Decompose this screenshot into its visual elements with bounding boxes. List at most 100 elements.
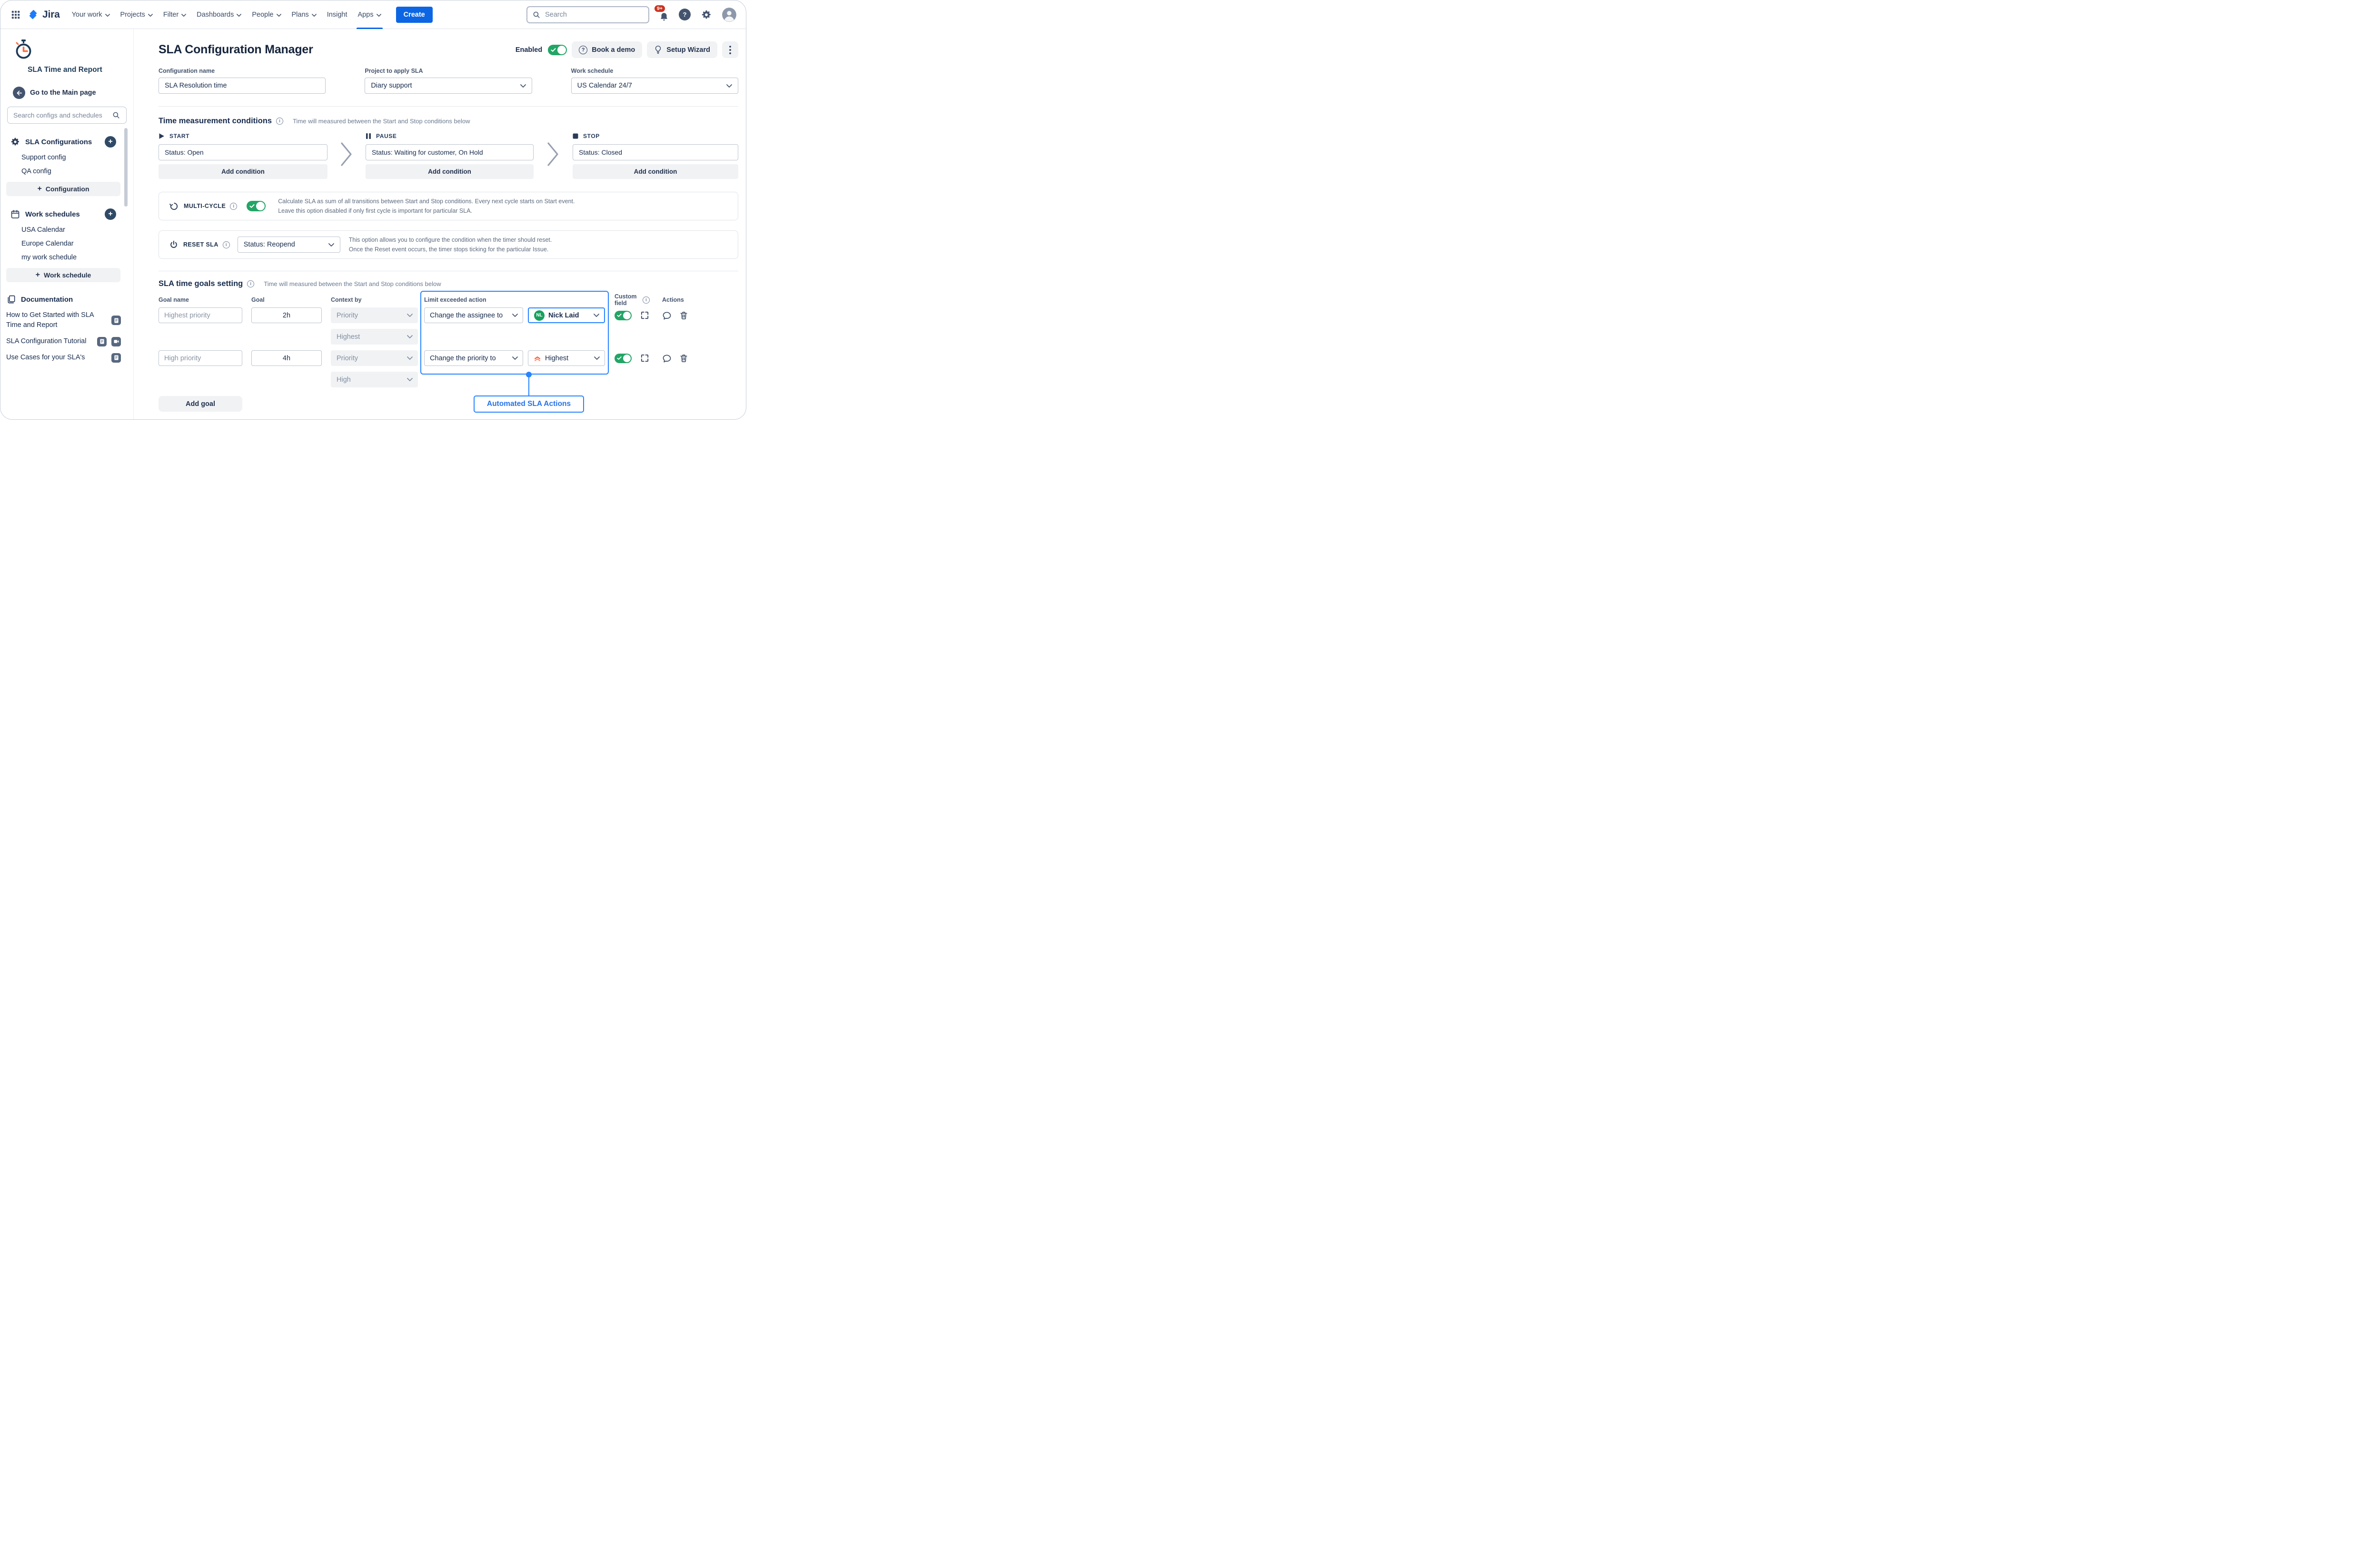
goal-row-2-context-value: High	[159, 372, 738, 387]
info-icon[interactable]	[276, 118, 283, 125]
sidebar-item-qa-config[interactable]: QA config	[0, 168, 133, 175]
reset-condition-select[interactable]: Status: Reopend	[238, 237, 340, 253]
settings-button[interactable]	[699, 7, 714, 22]
stop-icon	[573, 133, 578, 139]
nav-dashboards[interactable]: Dashboards	[191, 0, 247, 29]
sidebar-search[interactable]	[7, 107, 127, 124]
nav-insight[interactable]: Insight	[322, 0, 353, 29]
work-schedule-add-button[interactable]: +Work schedule	[6, 268, 120, 282]
doc-link-use-cases[interactable]: Use Cases for your SLA's	[6, 353, 121, 363]
gear-icon	[10, 137, 20, 147]
chevron-down-icon	[520, 84, 526, 88]
nav-filter[interactable]: Filter	[158, 0, 191, 29]
nav-projects[interactable]: Projects	[115, 0, 158, 29]
back-to-main-link[interactable]: Go to the Main page	[13, 87, 133, 99]
book-demo-button[interactable]: ?Book a demo	[572, 41, 642, 58]
custom-field-toggle[interactable]	[615, 311, 632, 320]
doc-link-configuration-tutorial[interactable]: SLA Configuration Tutorial	[6, 336, 121, 346]
search-icon	[112, 111, 120, 119]
expand-button[interactable]	[640, 311, 649, 320]
goals-title: SLA time goals setting	[159, 279, 243, 288]
jira-logo[interactable]: Jira	[27, 9, 60, 20]
topnav-right: 9+ ?	[526, 6, 736, 23]
person-icon	[722, 8, 736, 22]
notifications-button[interactable]: 9+	[657, 7, 671, 22]
add-work-schedule-button[interactable]: +	[105, 208, 116, 220]
chevron-down-icon	[512, 356, 518, 360]
context-value-select[interactable]: Highest	[331, 329, 418, 345]
add-goal-button[interactable]: Add goal	[159, 396, 242, 412]
start-add-condition-button[interactable]: Add condition	[159, 164, 327, 179]
start-condition-value[interactable]: Status: Open	[159, 144, 327, 160]
pause-icon	[366, 133, 371, 139]
chevron-down-icon	[407, 378, 413, 381]
goal-row-1-context-value: Highest	[159, 329, 738, 345]
info-icon[interactable]	[230, 203, 237, 210]
chevron-down-icon	[726, 84, 732, 88]
info-icon[interactable]	[643, 297, 650, 304]
context-value-select[interactable]: High	[331, 372, 418, 387]
nav-apps[interactable]: Apps	[353, 0, 387, 29]
comment-button[interactable]	[662, 354, 672, 363]
limit-action-select[interactable]: Change the priority to	[424, 350, 523, 366]
page-title: SLA Configuration Manager	[159, 43, 313, 57]
expand-button[interactable]	[640, 354, 649, 363]
enabled-toggle[interactable]	[548, 45, 567, 55]
bell-icon	[659, 11, 669, 22]
chevron-down-icon	[148, 14, 153, 17]
project-select[interactable]: Diary support	[365, 78, 532, 94]
stop-condition-value[interactable]: Status: Closed	[573, 144, 738, 160]
multi-cycle-icon	[169, 202, 178, 211]
goal-name-input[interactable]	[159, 350, 242, 366]
jira-wordmark: Jira	[42, 9, 60, 20]
app-switcher-button[interactable]	[8, 7, 23, 22]
sidebar-item-europe-calendar[interactable]: Europe Calendar	[0, 240, 133, 247]
configuration-name-label: Configuration name	[159, 68, 326, 74]
comment-button[interactable]	[662, 311, 672, 320]
help-button[interactable]: ?	[679, 9, 691, 20]
goal-time-input[interactable]	[251, 307, 322, 323]
info-icon[interactable]	[223, 241, 230, 248]
comment-icon	[662, 354, 672, 363]
user-avatar[interactable]	[722, 8, 736, 22]
assignee-select[interactable]: NLNick Laid	[528, 307, 605, 323]
context-field-select[interactable]: Priority	[331, 307, 418, 323]
trash-icon	[679, 311, 688, 320]
doc-link-get-started[interactable]: How to Get Started with SLA Time and Rep…	[6, 310, 121, 330]
sidebar-search-input[interactable]	[13, 111, 108, 119]
configuration-add-button[interactable]: +Configuration	[6, 182, 120, 196]
limit-action-select[interactable]: Change the assignee to	[424, 307, 523, 323]
stop-add-condition-button[interactable]: Add condition	[573, 164, 738, 179]
nav-people[interactable]: People	[247, 0, 286, 29]
nav-your-work[interactable]: Your work	[67, 0, 115, 29]
global-search-input[interactable]	[545, 11, 644, 19]
chevron-down-icon	[377, 14, 381, 17]
goal-time-input[interactable]	[251, 350, 322, 366]
custom-field-toggle[interactable]	[615, 354, 632, 363]
sidebar-item-support-config[interactable]: Support config	[0, 154, 133, 161]
delete-button[interactable]	[679, 311, 688, 320]
create-button[interactable]: Create	[396, 7, 433, 23]
pause-add-condition-button[interactable]: Add condition	[366, 164, 534, 179]
add-sla-configuration-button[interactable]: +	[105, 136, 116, 148]
nav-plans[interactable]: Plans	[287, 0, 322, 29]
priority-select[interactable]: Highest	[528, 350, 605, 366]
sidebar-scrollbar[interactable]	[124, 128, 128, 207]
chevron-down-icon	[312, 14, 317, 17]
enabled-label: Enabled	[516, 46, 542, 54]
info-icon[interactable]	[247, 280, 254, 287]
more-options-button[interactable]	[722, 41, 738, 58]
goal-name-input[interactable]	[159, 307, 242, 323]
work-schedule-select[interactable]: US Calendar 24/7	[571, 78, 738, 94]
chevron-down-icon	[181, 14, 186, 17]
pause-condition-value[interactable]: Status: Waiting for customer, On Hold	[366, 144, 534, 160]
configuration-name-input[interactable]	[159, 78, 326, 94]
multi-cycle-toggle[interactable]	[247, 201, 266, 211]
context-field-select[interactable]: Priority	[331, 350, 418, 366]
delete-button[interactable]	[679, 354, 688, 363]
sidebar-item-my-work-schedule[interactable]: my work schedule	[0, 254, 133, 261]
sidebar-item-usa-calendar[interactable]: USA Calendar	[0, 226, 133, 234]
setup-wizard-button[interactable]: Setup Wizard	[647, 41, 717, 58]
main-content: SLA Configuration Manager Enabled ?Book …	[134, 29, 746, 420]
global-search[interactable]	[526, 6, 649, 23]
